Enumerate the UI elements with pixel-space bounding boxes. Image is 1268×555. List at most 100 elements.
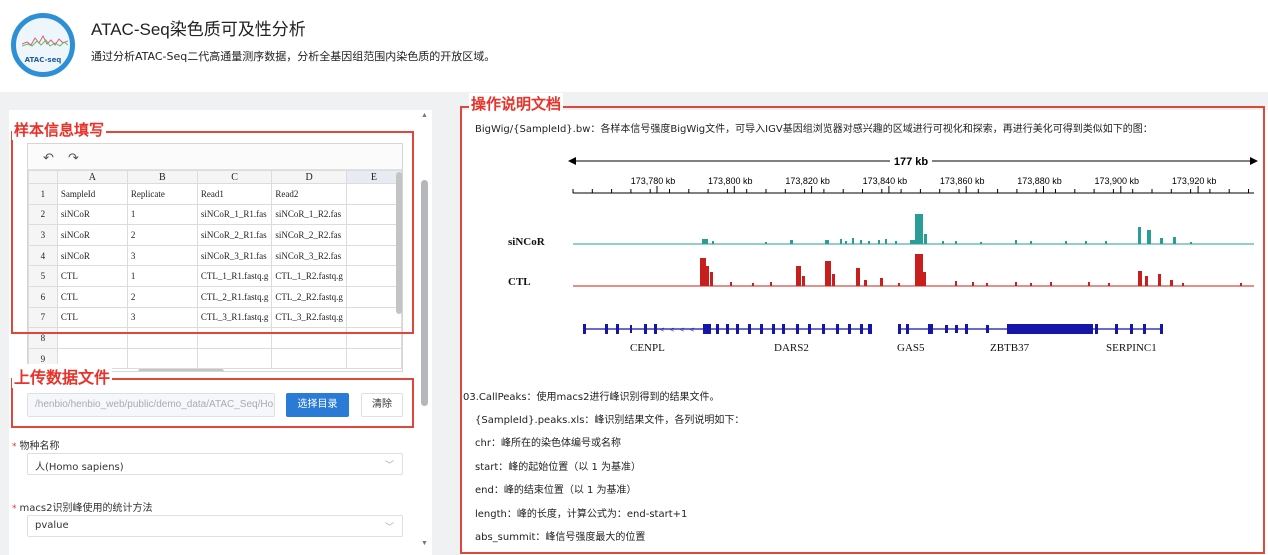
- gene-exon: [898, 324, 901, 334]
- signal-peak: [845, 241, 847, 244]
- strand-arrow-icon: <: [670, 327, 674, 334]
- gene-exon: [906, 324, 909, 334]
- scroll-down-icon[interactable]: ▼: [421, 540, 428, 547]
- gene-exon: [736, 324, 739, 334]
- signal-peak: [1182, 283, 1184, 286]
- signal-peak: [924, 234, 927, 244]
- signal-peak: [710, 272, 713, 286]
- signal-peak: [752, 283, 754, 286]
- gene-label-serpinc1: SERPINC1: [1106, 342, 1157, 354]
- signal-peak: [1170, 280, 1173, 286]
- signal-peak: [972, 282, 974, 286]
- signal-peak: [895, 241, 897, 244]
- signal-peak: [942, 241, 944, 244]
- gene-exon: [986, 325, 989, 333]
- table-cell[interactable]: [345, 347, 402, 370]
- signal-peak: [860, 240, 862, 244]
- sheet-hscrollbar[interactable]: [138, 369, 224, 371]
- signal-peak: [825, 240, 829, 244]
- strand-arrow-icon: <: [680, 327, 684, 334]
- signal-peak: [1050, 282, 1052, 286]
- gene-exon: [1007, 324, 1093, 334]
- data-path-input[interactable]: /henbio/henbio_web/public/demo_data/ATAC…: [27, 393, 275, 417]
- gene-exon: [726, 324, 729, 334]
- gene-exon: [965, 324, 968, 334]
- tick-label: 173,920 kb: [1172, 176, 1217, 186]
- track-label-sincor: siNCoR: [508, 236, 545, 248]
- signal-peak: [885, 239, 887, 244]
- signal-peak: [980, 242, 982, 244]
- scroll-up-icon[interactable]: ▲: [421, 112, 428, 119]
- method-label-text: macs2识别峰使用的统计方法: [19, 503, 153, 514]
- gene-exon: [1160, 324, 1163, 334]
- tick-label: 173,880 kb: [1017, 176, 1062, 186]
- signal-peak: [702, 239, 708, 244]
- gene-exon: [836, 324, 839, 334]
- span-right-arrow-icon: [1250, 157, 1258, 165]
- table-cell[interactable]: [271, 347, 347, 370]
- table-cell[interactable]: [126, 347, 198, 370]
- signal-peak: [1158, 274, 1161, 286]
- signal-peak: [770, 282, 772, 286]
- signal-peak: [706, 266, 709, 286]
- signal-peak: [1030, 283, 1032, 286]
- gene-exon: [716, 324, 719, 334]
- gene-label-cenpl: CENPL: [630, 342, 665, 354]
- gene-exon: [1095, 324, 1098, 334]
- signal-peak: [880, 278, 883, 286]
- signal-peak: [852, 238, 854, 244]
- gene-exon: [644, 324, 647, 334]
- span-label: 177 kb: [894, 156, 929, 168]
- tick-label: 173,820 kb: [785, 176, 830, 186]
- signal-peak: [1138, 227, 1141, 244]
- method-select[interactable]: pvalue ﹀: [27, 515, 403, 537]
- tick-label: 173,860 kb: [940, 176, 985, 186]
- signal-peak: [1088, 282, 1090, 286]
- signal-peak: [955, 281, 957, 286]
- method-value: pvalue: [35, 520, 69, 531]
- signal-peak: [832, 274, 835, 286]
- gene-exon: [772, 324, 775, 334]
- gene-exon: [616, 324, 619, 334]
- tick-label: 173,840 kb: [863, 176, 908, 186]
- signal-peak: [1108, 283, 1110, 286]
- panel-scrollbar[interactable]: [421, 180, 428, 406]
- signal-peak: [765, 242, 767, 244]
- upload-annotation: 上传数据文件: [12, 364, 113, 388]
- gene-exon: [808, 324, 811, 334]
- gene-exon: [605, 324, 608, 334]
- signal-peak: [790, 240, 793, 244]
- table-cell[interactable]: [196, 347, 273, 370]
- gene-exon: [654, 324, 657, 334]
- gene-exon: [782, 324, 785, 334]
- doc-annotation: 操作说明文档: [469, 93, 564, 114]
- gene-exon: [760, 324, 763, 334]
- signal-peak: [712, 241, 714, 244]
- signal-peak: [955, 241, 957, 244]
- signal-peak: [1160, 238, 1163, 244]
- middle-gutter: [432, 92, 460, 555]
- gene-exon: [955, 325, 958, 333]
- signal-peak: [730, 282, 732, 286]
- select-directory-button[interactable]: 选择目录: [286, 393, 349, 417]
- required-mark: *: [12, 504, 17, 514]
- signal-peak: [840, 239, 842, 244]
- signal-peak: [868, 241, 870, 244]
- strand-arrow-icon: <: [690, 327, 694, 334]
- signal-peak: [825, 261, 831, 286]
- signal-peak: [856, 268, 860, 286]
- gene-exon: [748, 324, 751, 334]
- logo-signal-icon: [22, 34, 68, 47]
- gene-exon: [945, 325, 948, 333]
- gene-exon: [703, 324, 711, 334]
- app-header: ATAC-seq ATAC-Seq染色质可及性分析 通过分析ATAC-Seq二代…: [0, 0, 1268, 92]
- species-select[interactable]: 人(Homo sapiens) ﹀: [27, 453, 403, 475]
- chr-description: chr：峰所在的染色体编号或名称: [475, 438, 621, 449]
- gene-exon: [928, 324, 933, 334]
- signal-peak: [1173, 237, 1176, 244]
- sample-info-highlight: [11, 131, 414, 334]
- species-label-text: 物种名称: [19, 441, 60, 452]
- signal-peak: [1015, 240, 1017, 244]
- clear-button[interactable]: 清除: [361, 393, 403, 417]
- gene-exon: [848, 324, 851, 334]
